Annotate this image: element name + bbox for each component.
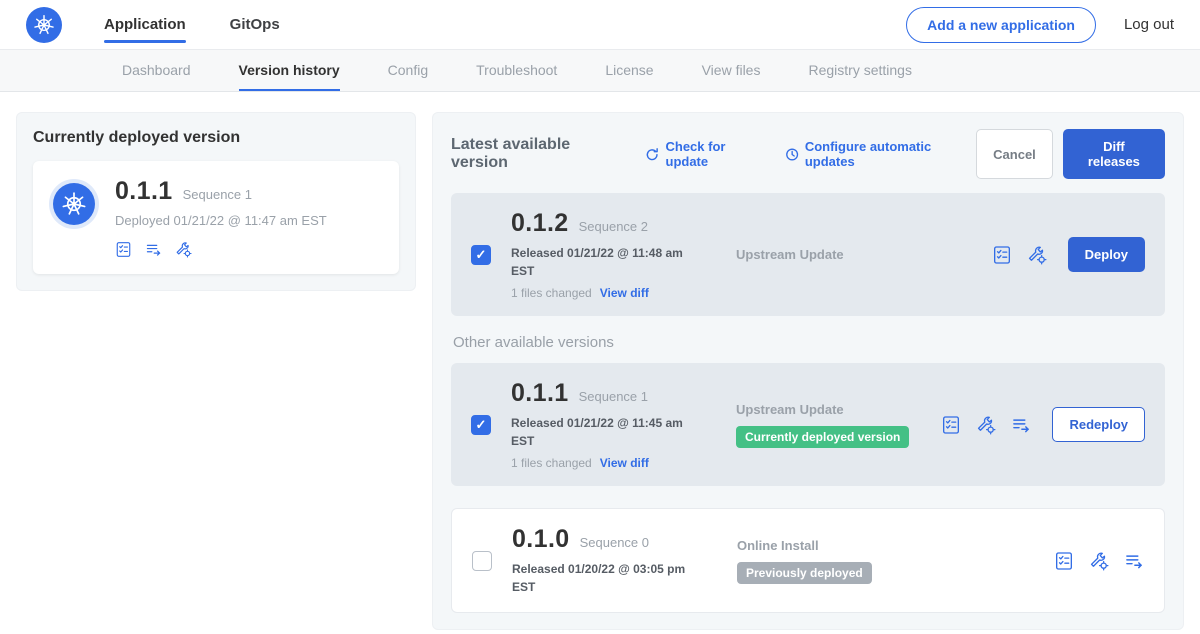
files-changed: 1 files changed bbox=[511, 456, 592, 470]
deploy-button[interactable]: Deploy bbox=[1068, 237, 1145, 272]
released-timestamp: Released 01/21/22 @ 11:45 am EST bbox=[511, 414, 703, 450]
version-source: Upstream Update bbox=[736, 247, 992, 262]
version-select-checkbox[interactable] bbox=[472, 551, 492, 571]
deployed-version-card: 0.1.1 Sequence 1 Deployed 01/21/22 @ 11:… bbox=[33, 161, 399, 274]
tab-troubleshoot[interactable]: Troubleshoot bbox=[476, 50, 557, 91]
topbar-right: Add a new application Log out bbox=[906, 7, 1174, 43]
version-actions bbox=[1054, 551, 1144, 571]
files-changed: 1 files changed bbox=[511, 286, 592, 300]
version-info: 0.1.1 Sequence 1 Released 01/21/22 @ 11:… bbox=[511, 379, 736, 470]
edit-config-icon[interactable] bbox=[175, 241, 192, 258]
check-for-update-label: Check for update bbox=[666, 139, 767, 169]
clock-icon bbox=[785, 147, 799, 162]
version-row: 0.1.2 Sequence 2 Released 01/21/22 @ 11:… bbox=[451, 193, 1165, 316]
view-logs-icon[interactable] bbox=[1124, 551, 1144, 571]
version-row: 0.1.1 Sequence 1 Released 01/21/22 @ 11:… bbox=[451, 363, 1165, 486]
latest-version-title: Latest available version bbox=[451, 136, 623, 172]
main-content: Currently deployed version 0.1.1 bbox=[0, 92, 1200, 634]
version-actions: Redeploy bbox=[941, 407, 1145, 442]
source-label: Upstream Update bbox=[736, 247, 982, 262]
tab-config[interactable]: Config bbox=[388, 50, 428, 91]
kubernetes-wheel-icon bbox=[33, 14, 55, 36]
tab-license[interactable]: License bbox=[605, 50, 653, 91]
kubernetes-wheel-icon bbox=[61, 191, 87, 217]
cancel-button[interactable]: Cancel bbox=[976, 129, 1053, 179]
tab-version-history[interactable]: Version history bbox=[239, 50, 340, 91]
release-notes-icon[interactable] bbox=[992, 245, 1012, 265]
version-history-panel: Latest available version Check for updat… bbox=[432, 112, 1184, 630]
app-subnav: Dashboard Version history Config Trouble… bbox=[0, 50, 1200, 92]
diff-releases-button[interactable]: Diff releases bbox=[1063, 129, 1165, 179]
version-select-checkbox[interactable] bbox=[471, 415, 491, 435]
version-sequence: Sequence 0 bbox=[580, 535, 649, 550]
view-logs-icon[interactable] bbox=[1011, 415, 1031, 435]
source-label: Online Install bbox=[737, 538, 1044, 553]
redeploy-button[interactable]: Redeploy bbox=[1052, 407, 1145, 442]
version-source: Upstream Update Currently deployed versi… bbox=[736, 402, 941, 448]
deployed-version-info: 0.1.1 Sequence 1 Deployed 01/21/22 @ 11:… bbox=[115, 177, 327, 258]
version-sequence: Sequence 2 bbox=[579, 219, 648, 234]
version-number: 0.1.0 bbox=[512, 525, 570, 554]
version-select-checkbox[interactable] bbox=[471, 245, 491, 265]
app-icon bbox=[53, 183, 95, 225]
release-notes-icon[interactable] bbox=[941, 415, 961, 435]
version-number: 0.1.2 bbox=[511, 209, 569, 238]
other-versions-label: Other available versions bbox=[453, 334, 1163, 351]
status-badge: Currently deployed version bbox=[736, 426, 909, 448]
version-actions: Deploy bbox=[992, 237, 1145, 272]
add-application-button[interactable]: Add a new application bbox=[906, 7, 1096, 43]
versions-header: Latest available version Check for updat… bbox=[451, 129, 1165, 179]
deployed-sequence: Sequence 1 bbox=[183, 187, 252, 202]
version-info: 0.1.2 Sequence 2 Released 01/21/22 @ 11:… bbox=[511, 209, 736, 300]
logout-link[interactable]: Log out bbox=[1124, 16, 1174, 33]
released-timestamp: Released 01/21/22 @ 11:48 am EST bbox=[511, 244, 703, 280]
version-info: 0.1.0 Sequence 0 Released 01/20/22 @ 03:… bbox=[512, 525, 737, 596]
top-header: Application GitOps Add a new application… bbox=[0, 0, 1200, 50]
edit-config-icon[interactable] bbox=[1089, 551, 1109, 571]
deployed-panel-title: Currently deployed version bbox=[33, 129, 399, 147]
deployed-version-number: 0.1.1 bbox=[115, 177, 173, 206]
version-source: Online Install Previously deployed bbox=[737, 538, 1054, 584]
release-notes-icon[interactable] bbox=[1054, 551, 1074, 571]
nav-application[interactable]: Application bbox=[104, 0, 186, 49]
check-for-update-link[interactable]: Check for update bbox=[645, 139, 766, 169]
view-diff-link[interactable]: View diff bbox=[600, 456, 649, 470]
view-logs-icon[interactable] bbox=[145, 241, 162, 258]
view-diff-link[interactable]: View diff bbox=[600, 286, 649, 300]
tab-view-files[interactable]: View files bbox=[702, 50, 761, 91]
deployed-version-panel: Currently deployed version 0.1.1 bbox=[16, 112, 416, 291]
kubernetes-logo[interactable] bbox=[26, 7, 62, 43]
deployed-timestamp: Deployed 01/21/22 @ 11:47 am EST bbox=[115, 213, 327, 228]
source-label: Upstream Update bbox=[736, 402, 931, 417]
release-notes-icon[interactable] bbox=[115, 241, 132, 258]
tab-registry-settings[interactable]: Registry settings bbox=[808, 50, 911, 91]
edit-config-icon[interactable] bbox=[1027, 245, 1047, 265]
configure-updates-link[interactable]: Configure automatic updates bbox=[785, 139, 977, 169]
tab-dashboard[interactable]: Dashboard bbox=[122, 50, 191, 91]
edit-config-icon[interactable] bbox=[976, 415, 996, 435]
version-number: 0.1.1 bbox=[511, 379, 569, 408]
version-sequence: Sequence 1 bbox=[579, 389, 648, 404]
deployed-icon-row bbox=[115, 241, 327, 258]
header-actions: Cancel Diff releases bbox=[976, 129, 1165, 179]
released-timestamp: Released 01/20/22 @ 03:05 pm EST bbox=[512, 560, 704, 596]
nav-gitops[interactable]: GitOps bbox=[230, 0, 280, 49]
version-row: 0.1.0 Sequence 0 Released 01/20/22 @ 03:… bbox=[451, 508, 1165, 613]
refresh-icon bbox=[645, 147, 659, 162]
status-badge: Previously deployed bbox=[737, 562, 872, 584]
configure-updates-label: Configure automatic updates bbox=[805, 139, 976, 169]
top-nav: Application GitOps bbox=[104, 0, 280, 49]
